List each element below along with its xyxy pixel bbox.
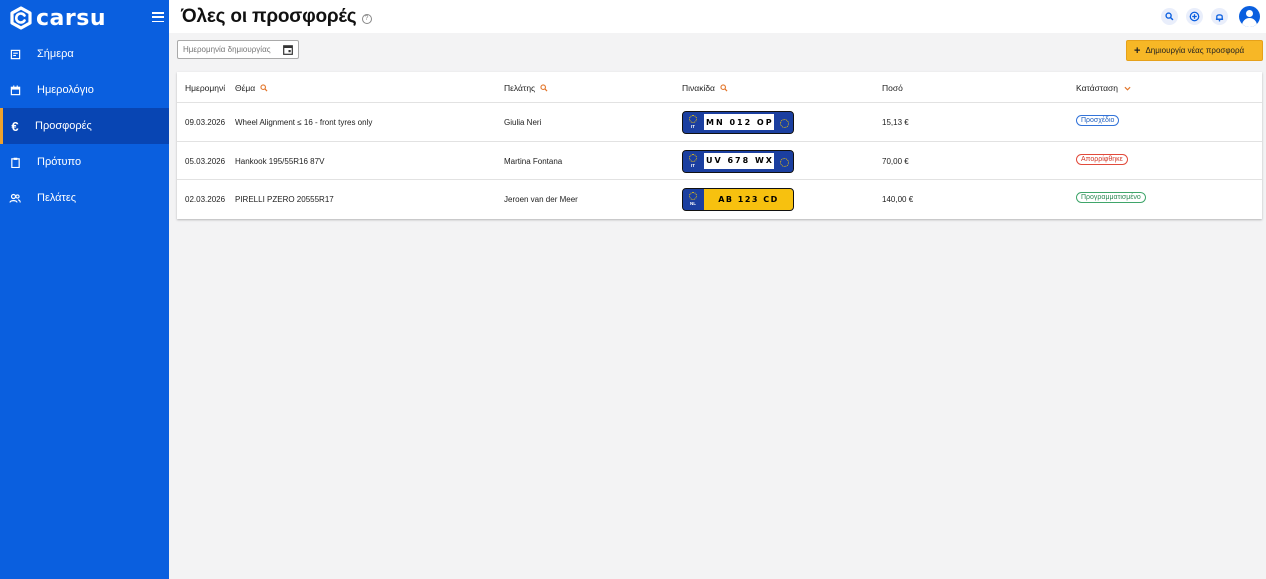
help-icon[interactable]: ?	[361, 13, 372, 24]
brand-logo[interactable]: carsu	[0, 0, 169, 36]
sidebar-item-label: Πρότυπο	[37, 156, 82, 168]
carsu-logo-icon	[10, 6, 32, 30]
sidebar-item-customers[interactable]: Πελάτες	[0, 180, 169, 216]
calendar-picker-icon	[283, 45, 293, 55]
clipboard-icon	[9, 156, 21, 168]
plate-number: AB 123 CD	[704, 189, 793, 210]
row-customer: Martina Fontana	[504, 156, 563, 166]
user-avatar[interactable]	[1239, 6, 1260, 27]
row-date: 05.03.2026	[185, 156, 226, 166]
row-customer: Jeroen van der Meer	[504, 195, 578, 204]
status-badge: Προσχέδιο	[1076, 115, 1120, 126]
search-icon[interactable]	[540, 84, 548, 92]
license-plate: IT MN 012 OP	[682, 111, 794, 134]
sidebar-nav: Σήμερα Ημερολόγιο € Προσφορές Πρότυπο Πε…	[0, 36, 169, 216]
status-badge: Απορρίφθηκε	[1076, 153, 1128, 165]
created-date-placeholder: Ημερομηνία δημιουργίας	[183, 45, 271, 54]
create-offer-button[interactable]: + Δημιουργία νέας προσφορά	[1126, 40, 1263, 61]
row-subject: Hankook 195/55R16 87V	[235, 156, 325, 166]
eu-flag-icon: IT	[683, 150, 703, 172]
status-badge: Προγραμματισμένο	[1076, 192, 1146, 203]
table-row[interactable]: 02.03.2026 PIRELLI PZERO 20555R17 Jeroen…	[177, 180, 1262, 219]
plate-number: MN 012 OP	[704, 114, 774, 130]
sidebar-item-offers[interactable]: € Προσφορές	[0, 108, 169, 144]
notifications-button[interactable]	[1211, 8, 1228, 25]
column-amount[interactable]: Ποσό	[882, 83, 903, 93]
column-date[interactable]: Ημερομηνί	[185, 83, 225, 93]
search-icon[interactable]	[260, 84, 268, 92]
create-offer-label: Δημιουργία νέας προσφορά	[1145, 46, 1245, 55]
sidebar-item-label: Προσφορές	[35, 120, 92, 132]
bell-icon	[1215, 13, 1224, 21]
menu-toggle-icon[interactable]	[152, 11, 164, 23]
license-plate: IT UV 678 WX	[682, 149, 794, 173]
created-date-filter[interactable]: Ημερομηνία δημιουργίας	[177, 40, 299, 59]
table-row[interactable]: 09.03.2026 Wheel Alignment ≤ 16 - front …	[177, 103, 1262, 142]
sidebar-item-label: Πελάτες	[37, 192, 77, 204]
plate-seal-icon	[775, 112, 793, 133]
plate-number: UV 678 WX	[704, 152, 774, 169]
chevron-down-icon[interactable]	[1124, 86, 1131, 91]
eu-flag-icon: IT	[683, 112, 703, 133]
row-amount: 70,00 €	[882, 156, 909, 166]
eu-flag-icon: NL	[683, 189, 703, 210]
brand-name: carsu	[36, 5, 106, 31]
add-button[interactable]	[1186, 8, 1203, 25]
row-subject: PIRELLI PZERO 20555R17	[235, 195, 334, 204]
header-actions	[1153, 6, 1260, 27]
customers-icon	[9, 192, 21, 204]
sidebar-item-label: Ημερολόγιο	[37, 84, 94, 96]
row-amount: 140,00 €	[882, 195, 914, 204]
row-date: 09.03.2026	[185, 118, 226, 127]
offers-table: Ημερομηνί Θέμα Πελάτης Πινακίδα Ποσό Κατ…	[177, 72, 1262, 219]
sidebar: carsu Σήμερα Ημερολόγιο € Προσφορές Πρότ…	[0, 0, 169, 579]
sidebar-item-label: Σήμερα	[37, 48, 74, 60]
row-customer: Giulia Neri	[504, 118, 542, 127]
column-plate[interactable]: Πινακίδα	[682, 83, 728, 93]
sidebar-item-template[interactable]: Πρότυπο	[0, 144, 169, 180]
euro-icon: €	[11, 118, 19, 134]
row-amount: 15,13 €	[882, 118, 909, 127]
license-plate: NL AB 123 CD	[682, 188, 794, 211]
today-icon	[9, 48, 21, 60]
table-row[interactable]: 05.03.2026 Hankook 195/55R16 87V Martina…	[177, 142, 1262, 180]
sidebar-item-calendar[interactable]: Ημερολόγιο	[0, 72, 169, 108]
page-title: Όλες οι προσφορές	[181, 5, 357, 27]
plus-circle-icon	[1189, 11, 1200, 22]
row-subject: Wheel Alignment ≤ 16 - front tyres only	[235, 118, 373, 127]
search-icon[interactable]	[720, 84, 728, 92]
row-date: 02.03.2026	[185, 195, 226, 204]
top-header: Όλες οι προσφορές ?	[169, 0, 1266, 33]
calendar-icon	[9, 84, 21, 96]
plus-icon: +	[1134, 44, 1141, 57]
sidebar-item-today[interactable]: Σήμερα	[0, 36, 169, 72]
table-header: Ημερομηνί Θέμα Πελάτης Πινακίδα Ποσό Κατ…	[177, 72, 1262, 103]
column-customer[interactable]: Πελάτης	[504, 83, 548, 93]
search-icon	[1165, 12, 1174, 21]
plate-seal-icon	[775, 150, 793, 172]
column-status[interactable]: Κατάσταση	[1076, 83, 1131, 93]
column-subject[interactable]: Θέμα	[235, 83, 268, 93]
search-button[interactable]	[1161, 8, 1178, 25]
